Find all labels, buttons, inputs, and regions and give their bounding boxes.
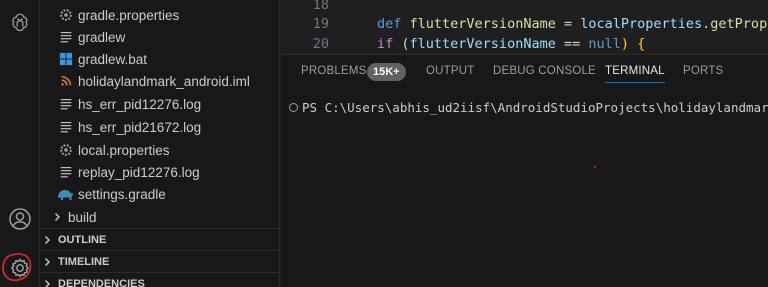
section-label: OUTLINE	[58, 233, 107, 246]
gear-icon	[58, 142, 74, 158]
code-keyword: def	[377, 16, 402, 32]
activity-bar	[0, 0, 40, 287]
gear-icon	[58, 7, 74, 23]
tab-terminal[interactable]: TERMINAL	[605, 55, 665, 87]
code-operator: =	[555, 16, 581, 32]
file-label: settings.gradle	[78, 186, 166, 202]
code-keyword: if	[377, 36, 394, 52]
line-number: 20	[312, 36, 329, 52]
section-label: DEPENDENCIES	[58, 277, 145, 287]
code-line: 18	[311, 0, 768, 15]
file-item-hs-err-12276[interactable]: hs_err_pid12276.log	[40, 93, 279, 115]
section-timeline[interactable]: TIMELINE	[40, 250, 279, 272]
tab-label: PORTS	[683, 65, 724, 77]
file-label: gradlew	[78, 29, 126, 45]
code-operator: ==	[555, 36, 589, 52]
tab-ports[interactable]: PORTS	[683, 55, 723, 87]
file-lines-icon	[58, 29, 74, 45]
rss-icon	[58, 73, 74, 89]
file-lines-icon	[58, 164, 74, 180]
file-label: hs_err_pid12276.log	[78, 96, 202, 112]
badge-label: 15K+	[373, 66, 400, 78]
code-object: localProperties	[580, 16, 703, 32]
file-item-settings-gradle[interactable]: settings.gradle	[40, 183, 279, 205]
file-item-iml[interactable]: holidaylandmark_android.iml	[40, 70, 279, 92]
section-outline[interactable]: OUTLINE	[40, 228, 279, 250]
chevron-right-icon	[40, 233, 54, 247]
section-dependencies[interactable]: DEPENDENCIES	[40, 272, 279, 287]
account-icon[interactable]	[0, 201, 40, 237]
terminal-prompt-line: PS C:\Users\abhis_ud2iisf\AndroidStudioP…	[289, 100, 768, 115]
code-identifier: flutterVersionName	[409, 16, 556, 32]
terminal-prompt: PS C:\Users\abhis_ud2iisf\AndroidStudioP…	[302, 100, 768, 115]
problems-count-badge: 15K+	[367, 63, 406, 81]
windows-icon	[58, 51, 74, 67]
code-line: 19 def flutterVersionName = localPropert…	[311, 14, 768, 34]
file-label: gradle.properties	[78, 7, 180, 23]
file-label: holidaylandmark_android.iml	[78, 73, 250, 89]
line-number: 19	[312, 16, 329, 32]
code-method: getProperty	[710, 16, 768, 32]
code-identifier: flutterVersionName	[409, 36, 556, 52]
tab-problems[interactable]: PROBLEMS	[301, 55, 367, 87]
code-null: null	[588, 36, 621, 52]
section-label: TIMELINE	[58, 255, 110, 268]
code-dot: .	[702, 16, 711, 32]
tab-debug-console[interactable]: DEBUG CONSOLE	[493, 55, 596, 87]
file-label: gradlew.bat	[78, 51, 148, 67]
file-item-local-properties[interactable]: local.properties	[40, 139, 279, 161]
terminal-output[interactable]: PS C:\Users\abhis_ud2iisf\AndroidStudioP…	[281, 95, 768, 285]
elephant-icon	[56, 186, 74, 202]
explorer-sidebar: gradle.properties gradlew gradlew.bat ho…	[40, 0, 280, 287]
file-label: replay_pid12276.log	[78, 164, 200, 180]
file-item-gradlew-bat[interactable]: gradlew.bat	[40, 48, 279, 70]
chevron-right-icon	[50, 210, 64, 224]
tab-label: DEBUG CONSOLE	[493, 65, 596, 77]
command-decoration-icon	[289, 103, 298, 112]
file-item-replay-log[interactable]: replay_pid12276.log	[40, 161, 279, 183]
code-line: 20 if ( flutterVersionName == null ) {	[311, 34, 768, 54]
panel-tab-bar: PROBLEMS 15K+ OUTPUT DEBUG CONSOLE TERMI…	[281, 55, 768, 87]
file-lines-icon	[58, 119, 74, 135]
folder-build[interactable]: build	[40, 206, 279, 228]
folder-label: build	[68, 209, 97, 225]
settings-gear-icon[interactable]	[0, 250, 40, 286]
code-paren: (	[393, 36, 410, 52]
tab-label: PROBLEMS	[301, 65, 367, 77]
file-item-hs-err-21672[interactable]: hs_err_pid21672.log	[40, 116, 279, 138]
chevron-right-icon	[40, 255, 54, 269]
tab-output[interactable]: OUTPUT	[426, 55, 474, 87]
code-paren: ) {	[620, 36, 646, 52]
bottom-panel: PROBLEMS 15K+ OUTPUT DEBUG CONSOLE TERMI…	[281, 54, 768, 287]
stray-pixel	[594, 166, 596, 168]
openai-chat-icon[interactable]	[0, 4, 40, 40]
file-label: hs_err_pid21672.log	[78, 119, 202, 135]
file-label: local.properties	[78, 142, 170, 158]
line-number: 18	[312, 0, 329, 13]
file-item-gradle-properties[interactable]: gradle.properties	[40, 4, 279, 26]
code-editor[interactable]: 18 19 def flutterVersionName = localProp…	[281, 0, 768, 54]
chevron-right-icon	[40, 277, 54, 287]
tab-label: TERMINAL	[605, 65, 665, 77]
file-lines-icon	[58, 96, 74, 112]
file-item-gradlew[interactable]: gradlew	[40, 26, 279, 48]
tab-label: OUTPUT	[426, 65, 475, 77]
